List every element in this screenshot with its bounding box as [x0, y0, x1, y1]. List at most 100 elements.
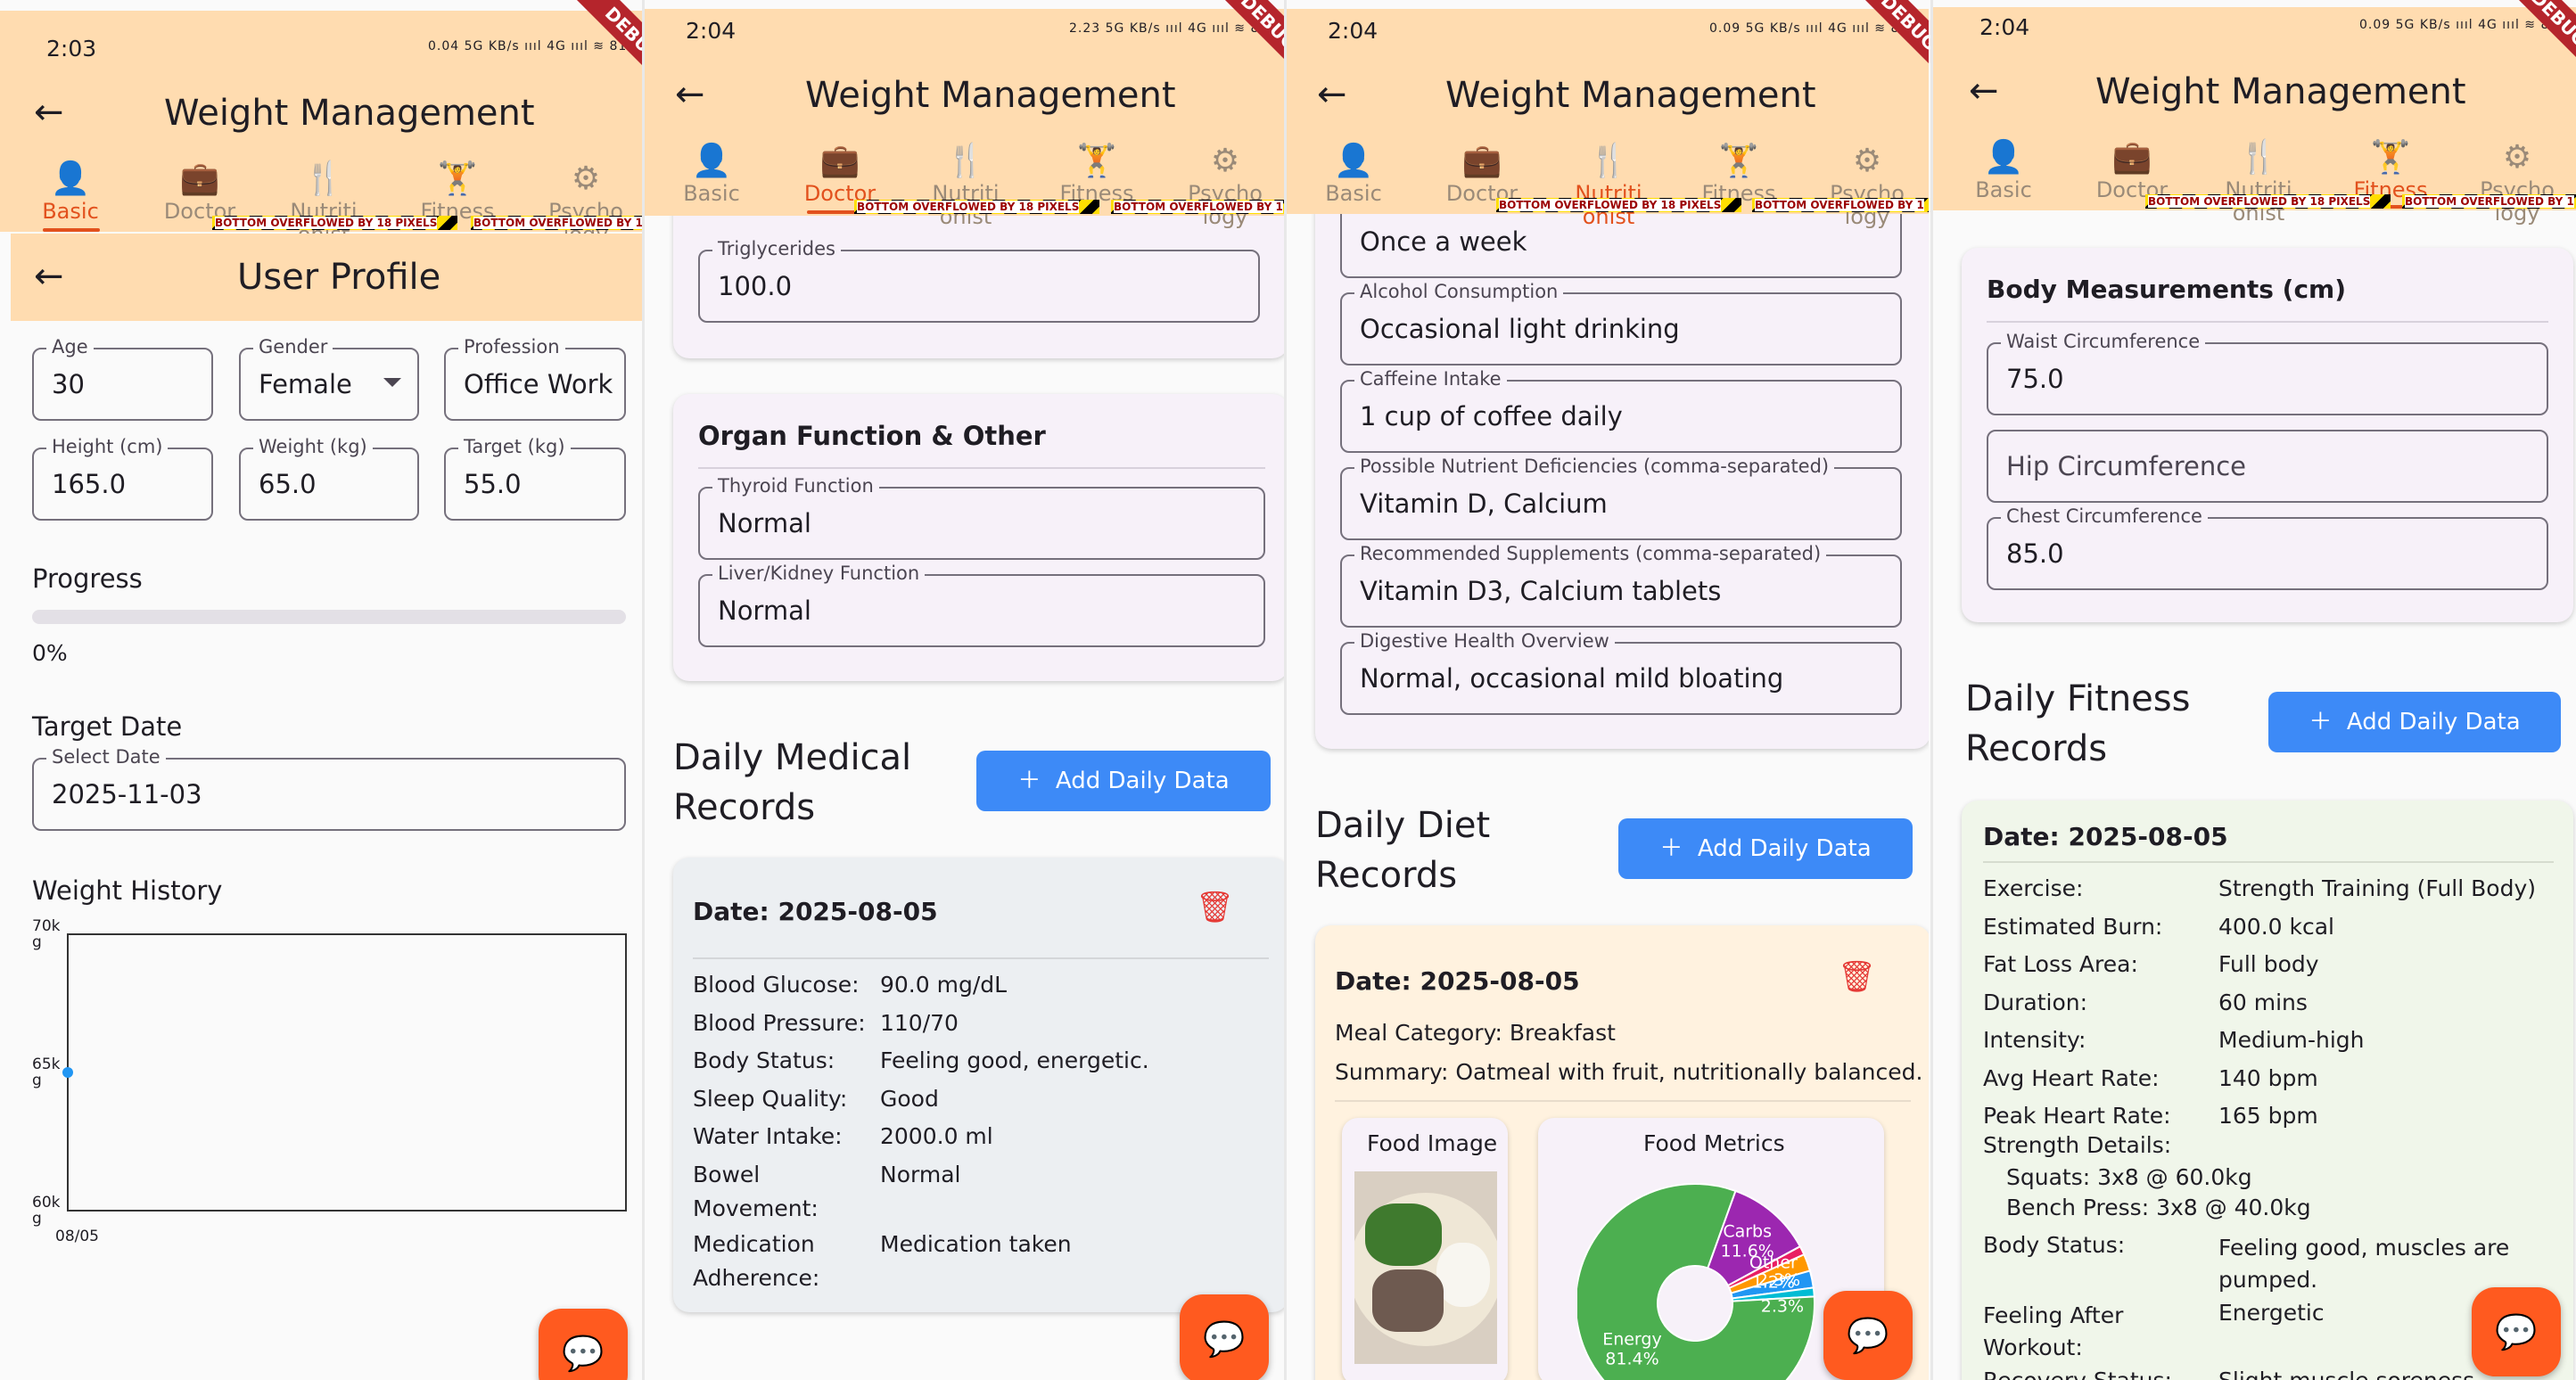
back-arrow-icon[interactable]: ←	[675, 77, 705, 112]
back-arrow-icon[interactable]: ←	[1969, 73, 1999, 109]
back-arrow-icon[interactable]: ←	[34, 94, 64, 130]
status-icons: 2.23 5G KB/s ıııl 4G ıııl ≋ 81	[1069, 21, 1269, 36]
height-field[interactable]: Height (cm) 165.0	[32, 436, 213, 521]
detail-key: Duration:	[1983, 989, 2088, 1015]
feeling-after-label: Feeling After Workout:	[1983, 1302, 2124, 1360]
food-metrics-label: Food Metrics	[1643, 1130, 1785, 1156]
back-arrow-icon[interactable]: ←	[1317, 77, 1347, 112]
waist-field[interactable]: Waist Circumference 75.0	[1987, 331, 2548, 415]
chat-fab[interactable]: 💬	[539, 1309, 628, 1380]
body-measurements-title: Body Measurements (cm)	[1987, 275, 2347, 304]
detail-value: 90.0 mg/dL	[880, 972, 1008, 998]
tab-psychology[interactable]: ⚙Psychology	[2468, 139, 2566, 225]
greens	[1365, 1203, 1442, 1266]
overflow-warning: BOTTOM OVERFLOWED BY 1	[2402, 194, 2576, 209]
chat-icon: 💬	[562, 1334, 605, 1373]
tab-fitness[interactable]: 🏋 Fitness	[2341, 139, 2440, 201]
chat-fab[interactable]: 💬	[1823, 1291, 1913, 1380]
tab-nutritionist[interactable]: 🍴Nutritionist	[1560, 143, 1658, 228]
chat-fab[interactable]: 💬	[2472, 1287, 2561, 1376]
liver-kidney-field[interactable]: Liver/Kidney Function Normal	[698, 563, 1265, 647]
detail-value: 2000.0 ml	[880, 1123, 993, 1149]
progress-label: Progress	[32, 563, 143, 594]
tab-fitness[interactable]: 🏋 Fitness	[1690, 143, 1788, 205]
tab-fitness[interactable]: 🏋 Fitness	[408, 160, 506, 223]
person-icon: 👤	[1983, 139, 2024, 176]
digestive-health-field[interactable]: Digestive Health Overview Normal, occasio…	[1340, 630, 1902, 715]
detail-key: Intensity:	[1983, 1027, 2086, 1053]
status-time: 2:04	[1328, 18, 1379, 44]
divider	[698, 467, 1265, 469]
detail-value: Good	[880, 1085, 939, 1112]
tab-doctor[interactable]: 💼 Doctor	[1433, 143, 1531, 205]
detail-value: 165 bpm	[2218, 1103, 2318, 1129]
delete-record-button[interactable]: 🗑	[1838, 959, 1876, 995]
target-date-label: Target Date	[32, 711, 183, 742]
tab-nutritionist[interactable]: 🍴Nutritionist	[917, 143, 1015, 228]
detail-key: Bowel Movement:	[693, 1161, 819, 1221]
detail-key: Avg Heart Rate:	[1983, 1064, 2160, 1091]
status-time: 2:04	[686, 18, 737, 44]
detail-value: Normal	[880, 1161, 961, 1187]
tab-psychology[interactable]: ⚙Psychology	[1818, 143, 1916, 228]
meal-summary: Summary: Oatmeal with fruit, nutritional…	[1335, 1059, 1923, 1085]
caffeine-field[interactable]: Caffeine Intake 1 cup of coffee daily	[1340, 368, 1902, 453]
overflow-warning: BOTTOM OVERFLOWED BY 18 PIXELS	[1496, 198, 1741, 212]
tab-basic[interactable]: 👤 Basic	[1304, 143, 1403, 205]
hip-field[interactable]: Hip Circumference	[1987, 430, 2548, 503]
thyroid-field[interactable]: Thyroid Function Normal	[698, 475, 1265, 560]
detail-key: Blood Pressure:	[693, 1009, 866, 1036]
detail-key: Medication Adherence:	[693, 1230, 820, 1291]
profession-field[interactable]: Profession Office Work	[444, 336, 626, 421]
records-title: Daily Fitness Records	[1965, 678, 2191, 769]
psychology-icon: ⚙	[571, 160, 601, 197]
weight-field[interactable]: Weight (kg) 65.0	[239, 436, 419, 521]
records-title: Daily Medical Records	[673, 737, 912, 828]
supplements-field[interactable]: Recommended Supplements (comma-separated…	[1340, 543, 1902, 628]
tab-basic[interactable]: 👤 Basic	[1955, 139, 2053, 201]
tab-psychology[interactable]: ⚙Psychology	[1176, 143, 1274, 228]
psychology-icon: ⚙	[1210, 143, 1240, 179]
add-daily-data-button[interactable]: ＋ Add Daily Data	[1618, 818, 1913, 879]
age-field[interactable]: Age 30	[32, 336, 213, 421]
record-date: Date: 2025-08-05	[1983, 822, 2228, 851]
detail-key: Blood Glucose:	[693, 972, 860, 998]
chat-fab[interactable]: 💬	[1180, 1294, 1269, 1380]
triglycerides-field[interactable]: Triglycerides 100.0	[698, 238, 1260, 323]
person-icon: 👤	[1333, 143, 1374, 179]
tab-doctor[interactable]: 💼 Doctor	[151, 160, 249, 223]
chest-field[interactable]: Chest Circumference 85.0	[1987, 505, 2548, 590]
detail-value: 400.0 kcal	[2218, 913, 2335, 940]
progress-bar	[32, 610, 626, 624]
record-date: Date: 2025-08-05	[693, 897, 938, 926]
add-daily-data-button[interactable]: ＋ Add Daily Data	[976, 751, 1271, 811]
dropdown-arrow-icon	[383, 378, 401, 387]
detail-value: 110/70	[880, 1009, 959, 1036]
gender-select[interactable]: Gender Female	[239, 336, 419, 421]
organ-function-title: Organ Function & Other	[698, 421, 1046, 451]
alcohol-field[interactable]: Alcohol Consumption Occasional light drin…	[1340, 281, 1902, 366]
delete-record-button[interactable]: 🗑	[1196, 890, 1234, 925]
app-bar: 2:04 2.23 5G KB/s ıııl 4G ıııl ≋ 81 DEBU…	[645, 0, 1287, 228]
tab-basic[interactable]: 👤 Basic	[21, 160, 119, 223]
food-metrics-pie: Energy81.4%Carbs11.6%Other1.2%2.3%2.3%	[1577, 1183, 1815, 1380]
detail-key: Exercise:	[1983, 875, 2084, 901]
fork-knife-icon: 🍴	[1588, 143, 1629, 179]
tab-doctor[interactable]: 💼 Doctor	[2083, 139, 2181, 201]
dumbbell-icon: 🏋	[1718, 143, 1759, 179]
chat-icon: 💬	[2495, 1312, 2538, 1351]
strength-details-label: Strength Details:	[1983, 1132, 2172, 1158]
subpage-title: User Profile	[237, 257, 441, 298]
add-daily-data-button[interactable]: ＋ Add Daily Data	[2268, 692, 2561, 752]
back-arrow-icon[interactable]: ←	[34, 259, 64, 294]
tab-basic[interactable]: 👤 Basic	[663, 143, 761, 205]
tab-fitness[interactable]: 🏋 Fitness	[1048, 143, 1146, 205]
tab-doctor[interactable]: 💼 Doctor	[791, 143, 889, 205]
nutrient-deficiency-field[interactable]: Possible Nutrient Deficiencies (comma-se…	[1340, 456, 1902, 540]
debug-banner: DEBUG	[1201, 0, 1287, 90]
date-picker-field[interactable]: Select Date 2025-11-03	[32, 746, 626, 831]
body-status-value: Feeling good, muscles are pumped.	[2218, 1235, 2510, 1293]
tab-nutritionist[interactable]: 🍴Nutritionist	[2210, 139, 2308, 225]
target-weight-field[interactable]: Target (kg) 55.0	[444, 436, 626, 521]
pie-label: Energy	[1602, 1330, 1662, 1350]
